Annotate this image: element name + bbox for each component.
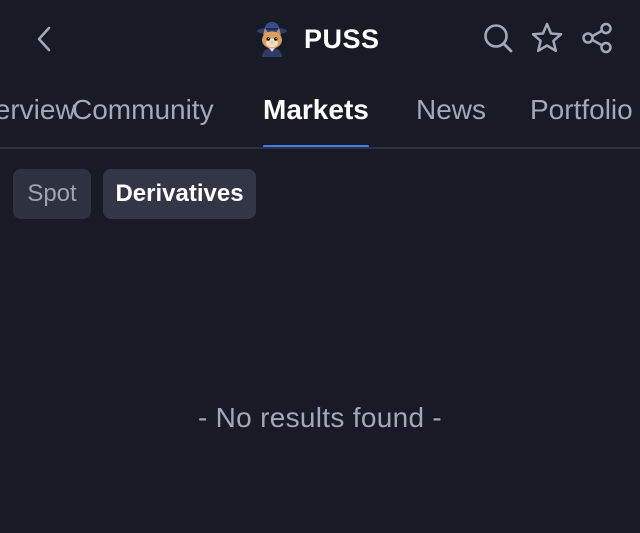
app-root: PUSS Overview Community Markets [0, 0, 640, 533]
empty-state-message: - No results found - [197, 402, 443, 433]
subtab-spot[interactable]: Spot [13, 169, 91, 219]
tab-overview[interactable]: Overview [0, 94, 76, 147]
share-button[interactable] [579, 20, 615, 56]
tab-news[interactable]: News [416, 94, 486, 147]
chevron-left-icon [37, 26, 51, 52]
header: PUSS [0, 0, 640, 78]
cat-avatar-icon [257, 22, 287, 57]
tab-community[interactable]: Community [72, 94, 214, 147]
star-icon [531, 22, 563, 53]
search-button[interactable] [480, 20, 516, 56]
coin-title-group: PUSS [256, 20, 380, 58]
tab-markets[interactable]: Markets [263, 94, 369, 147]
subtab-derivatives[interactable]: Derivatives [103, 169, 256, 219]
tab-bar: Overview Community Markets News Portfoli… [0, 78, 640, 149]
favorite-button[interactable] [529, 20, 565, 56]
share-icon [582, 22, 612, 54]
search-icon [484, 24, 513, 53]
back-button[interactable] [28, 22, 60, 56]
coin-title: PUSS [304, 23, 380, 54]
tab-portfolio[interactable]: Portfolio [530, 94, 633, 147]
